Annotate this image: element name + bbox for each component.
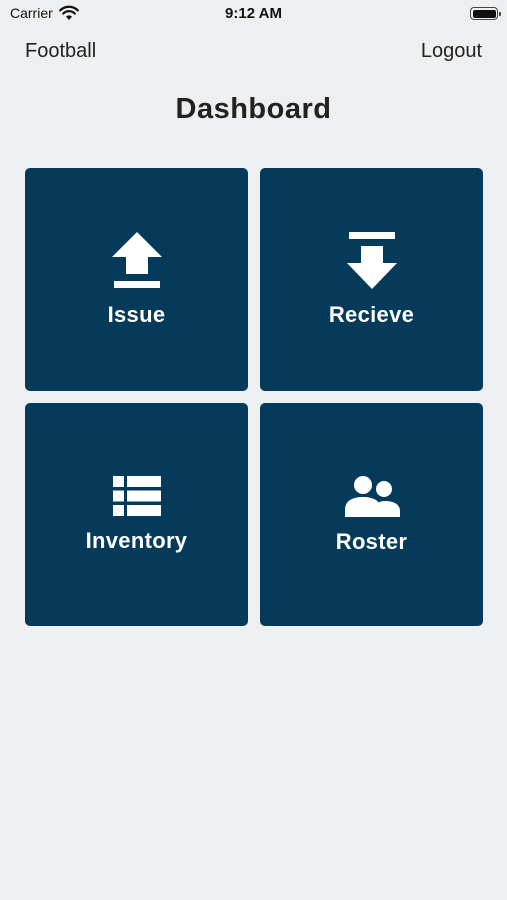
status-bar: Carrier 9:12 AM: [0, 0, 507, 30]
recieve-tile[interactable]: Recieve: [260, 168, 483, 391]
issue-tile[interactable]: Issue: [25, 168, 248, 391]
battery-icon: [470, 7, 501, 20]
upload-icon: [111, 231, 162, 288]
team-button[interactable]: Football: [25, 40, 96, 63]
status-time: 9:12 AM: [225, 5, 282, 22]
recieve-label: Recieve: [328, 301, 415, 327]
issue-label: Issue: [107, 301, 166, 327]
page-title: Dashboard: [175, 93, 332, 125]
dashboard-grid: Issue Recieve Inventory Roster: [25, 168, 483, 626]
roster-tile[interactable]: Roster: [260, 403, 483, 626]
users-icon: [344, 475, 400, 517]
list-icon: [112, 475, 161, 516]
inventory-label: Inventory: [85, 527, 188, 553]
download-icon: [346, 231, 397, 289]
logout-button[interactable]: Logout: [421, 40, 482, 63]
roster-label: Roster: [335, 528, 408, 554]
inventory-tile[interactable]: Inventory: [25, 403, 248, 626]
